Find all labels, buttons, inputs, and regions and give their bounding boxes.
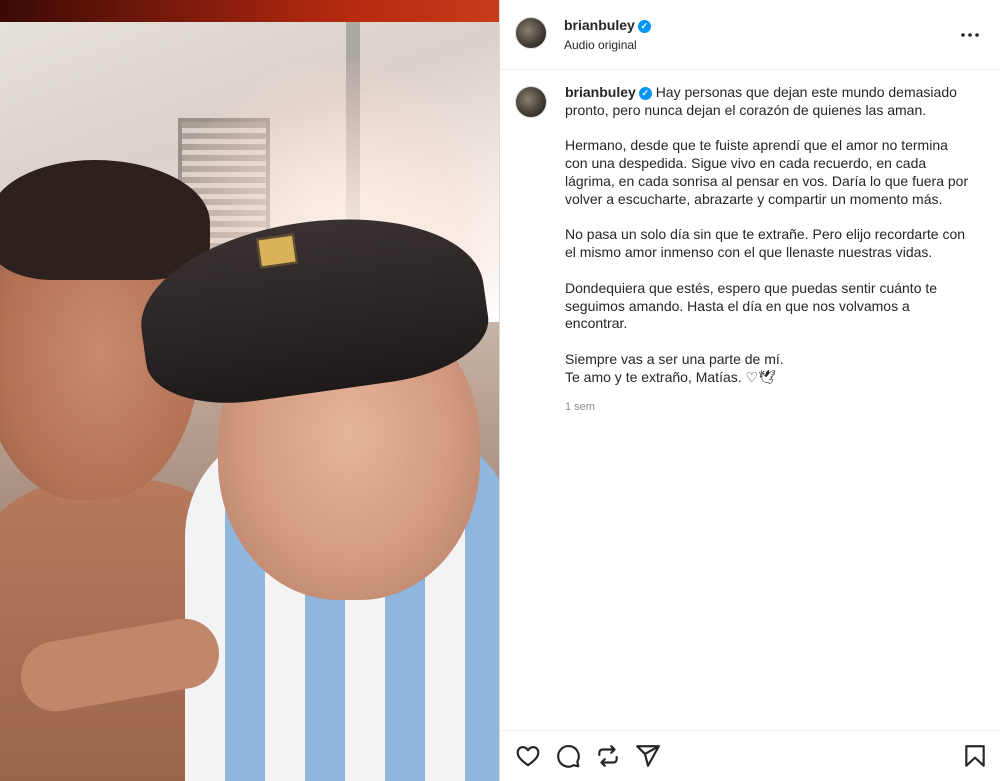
caption-line: pronto, pero nunca dejan el corazón de q… <box>565 101 927 118</box>
share-icon[interactable] <box>635 743 661 769</box>
comment-icon[interactable] <box>555 743 581 769</box>
verified-badge-icon: ✓ <box>637 20 651 33</box>
photo-cap-badge <box>256 233 298 269</box>
caption-line: Hermano, desde que te fuiste aprendí que… <box>565 137 948 154</box>
bookmark-icon[interactable] <box>962 743 988 769</box>
post-timestamp[interactable]: 1 sem <box>565 401 595 413</box>
caption-line: lágrima, en cada sonrisa al pensar en vo… <box>565 172 969 189</box>
author-avatar[interactable] <box>515 17 547 49</box>
caption-line: Dondequiera que estés, espero que puedas… <box>565 279 938 296</box>
caption-paragraph: Hermano, desde que te fuiste aprendí que… <box>565 137 975 208</box>
more-options-icon[interactable] <box>960 22 980 43</box>
heart-icon[interactable] <box>515 743 541 769</box>
caption-paragraph: No pasa un solo día sin que te extrañe. … <box>565 226 975 262</box>
post-sidebar: brianbuley ✓ Audio original brianbuley ✓ H… <box>500 0 1000 781</box>
caption-line: No pasa un solo día sin que te extrañe. … <box>565 226 966 243</box>
caption-line: Te amo y te extraño, Matías. ♡🕊 <box>565 368 776 385</box>
caption-line: Siempre vas a ser una parte de mí. <box>565 350 784 367</box>
author-username[interactable]: brianbuley <box>564 17 635 33</box>
post-caption: brianbuley ✓ Hay personas que dejan este … <box>565 84 975 404</box>
post-header: brianbuley ✓ Audio original <box>500 0 1000 70</box>
caption-line: el mismo amor inmenso con el que llenast… <box>565 244 933 261</box>
photo-top-strip <box>0 0 499 22</box>
action-bar <box>500 730 1000 781</box>
caption-line: encontrar. <box>565 315 628 332</box>
caption-author-avatar[interactable] <box>515 86 547 118</box>
caption-paragraph: brianbuley ✓ Hay personas que dejan este … <box>565 84 975 120</box>
verified-badge-icon: ✓ <box>638 87 652 100</box>
caption-line: Hay personas que dejan este mundo demasi… <box>655 84 957 100</box>
author-username-row: brianbuley ✓ <box>564 17 651 33</box>
repost-icon[interactable] <box>595 743 621 769</box>
caption-line: con una despedida. Sigue vivo en cada re… <box>565 155 927 172</box>
caption-paragraph: Dondequiera que estés, espero que puedas… <box>565 280 975 333</box>
caption-paragraph: Siempre vas a ser una parte de mí. Te am… <box>565 351 975 387</box>
caption-line: seguimos amando. Hasta el día en que nos… <box>565 297 910 314</box>
caption-line: volver a escucharte, abrazarte y compart… <box>565 190 943 207</box>
post-photo[interactable] <box>0 0 499 781</box>
caption-username[interactable]: brianbuley <box>565 84 636 100</box>
audio-label[interactable]: Audio original <box>564 38 637 52</box>
